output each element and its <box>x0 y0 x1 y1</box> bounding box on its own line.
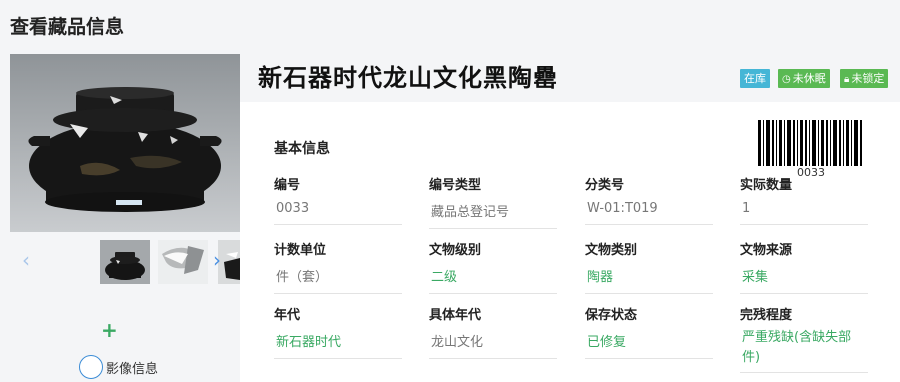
thumbnail-carousel: ‹ › <box>10 238 240 288</box>
field-era: 年代 新石器时代 <box>274 304 402 359</box>
field-specific-era: 具体年代 龙山文化 <box>429 304 557 359</box>
status-badge-in-stock: 在库 <box>740 69 770 88</box>
field-relic-source: 文物来源 采集 <box>740 239 868 294</box>
page-title: 查看藏品信息 <box>10 16 125 38</box>
section-title: 基本信息 <box>274 141 330 157</box>
item-header: 新石器时代龙山文化黑陶罍 在库 ◷ 未休眠 🔒︎ 未锁定 <box>240 50 900 102</box>
main-artifact-photo[interactable] <box>10 54 240 232</box>
thumbnail-1[interactable] <box>100 240 150 284</box>
barcode-image <box>758 120 862 166</box>
field-preservation-state: 保存状态 已修复 <box>585 304 713 359</box>
media-info-icon[interactable] <box>79 355 103 379</box>
field-count-unit: 计数单位 件（套） <box>274 239 402 294</box>
thumbnail-2[interactable] <box>158 240 208 284</box>
media-info-label[interactable]: 影像信息 <box>106 358 158 377</box>
basic-info-panel: 基本信息 0033 编号 0033 编号类型 藏品总登记号 分类号 W-01:T… <box>240 102 900 382</box>
status-badge-not-dormant: ◷ 未休眠 <box>778 69 830 88</box>
field-number-type: 编号类型 藏品总登记号 <box>429 174 557 229</box>
add-image-button[interactable]: + <box>101 318 118 342</box>
field-relic-category: 文物类别 陶器 <box>585 239 713 294</box>
field-completeness: 完残程度 严重残缺(含缺失部件) <box>740 304 868 373</box>
field-class-number: 分类号 W-01:T019 <box>585 174 713 225</box>
field-number: 编号 0033 <box>274 174 402 225</box>
chevron-right-icon[interactable]: › <box>213 250 221 270</box>
image-column: ‹ › + 影像信息 <box>0 50 250 382</box>
item-title: 新石器时代龙山文化黑陶罍 <box>258 64 558 92</box>
field-actual-quantity: 实际数量 1 <box>740 174 868 225</box>
clock-icon: ◷ <box>782 74 791 85</box>
thumbnail-3[interactable] <box>218 240 240 284</box>
field-relic-level: 文物级别 二级 <box>429 239 557 294</box>
status-badge-not-locked: 🔒︎ 未锁定 <box>840 69 889 88</box>
chevron-left-icon[interactable]: ‹ <box>22 250 30 270</box>
lock-icon: 🔒︎ <box>844 74 850 85</box>
